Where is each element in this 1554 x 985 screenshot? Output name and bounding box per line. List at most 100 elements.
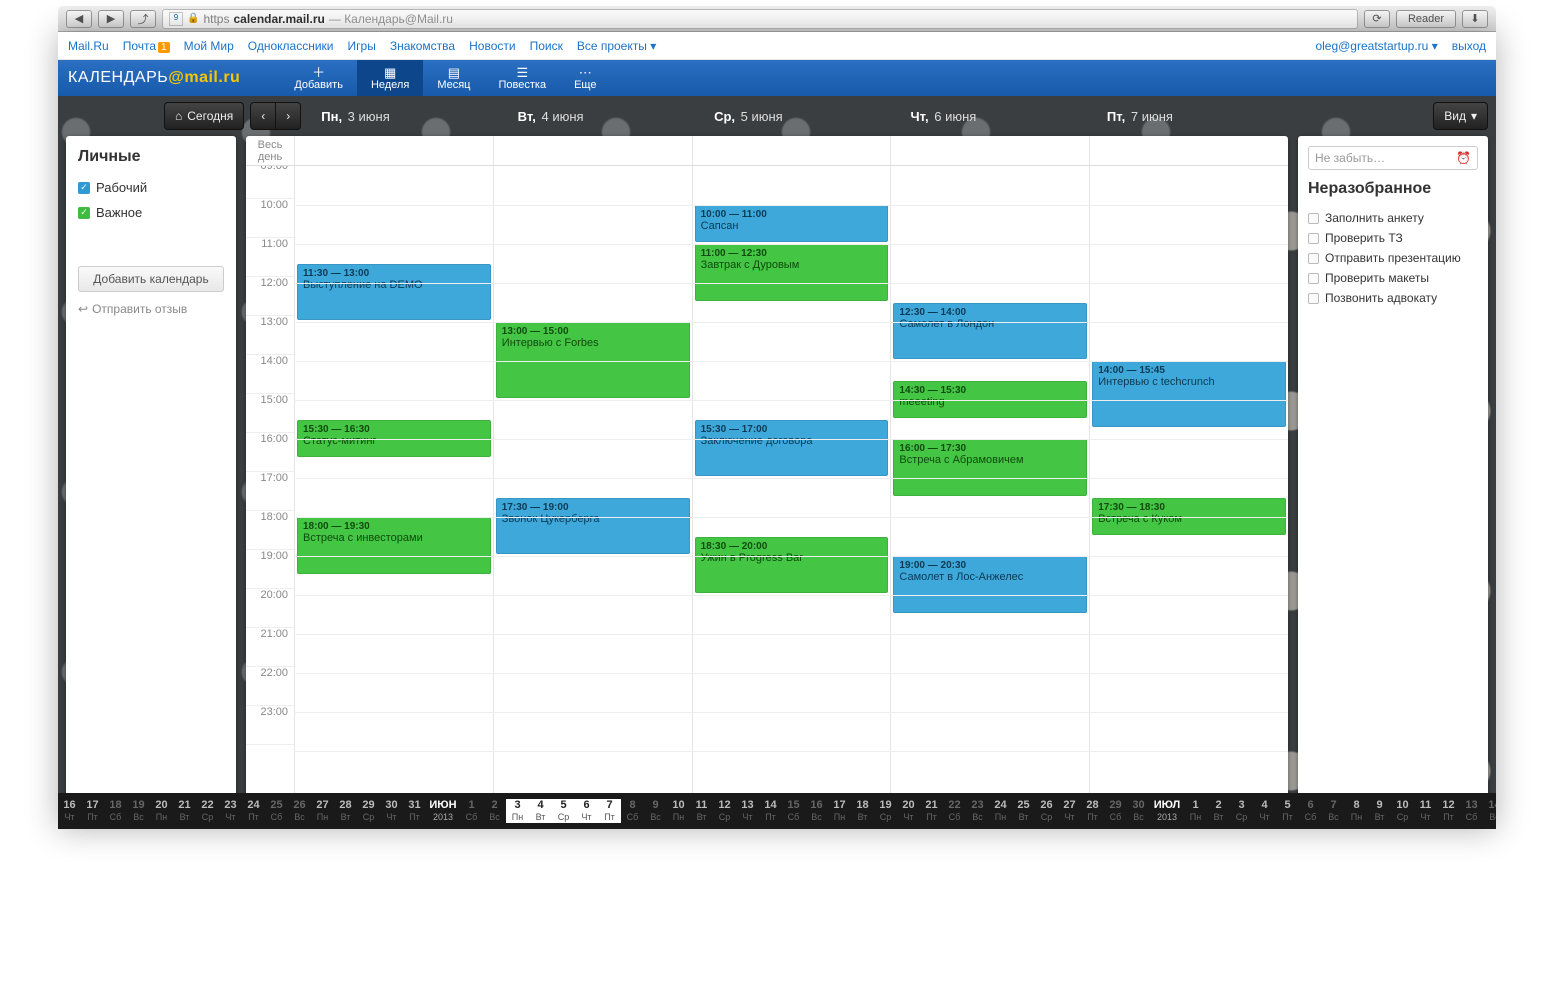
user-menu[interactable]: oleg@greatstartup.ru ▾ [1315,39,1437,53]
strip-day[interactable]: 24Пт [242,799,265,823]
strip-day[interactable]: 31Пт [403,799,426,823]
prev-button[interactable]: ‹ [250,102,276,130]
forward-button[interactable]: ▶ [98,10,124,28]
nav-mymir[interactable]: Мой Мир [184,39,234,53]
strip-day[interactable]: 6Чт [575,799,598,823]
strip-day[interactable]: 8Сб [621,799,644,823]
strip-day[interactable]: 22Сб [943,799,966,823]
day-col-fri[interactable]: 14:00 — 15:45Интервью с techcrunch 17:30 … [1089,166,1288,821]
event[interactable]: 15:30 — 17:00Заключение договора [695,420,889,477]
address-bar[interactable]: 9 🔒 https calendar.mail.ru — Календарь@M… [162,9,1358,29]
strip-day[interactable]: 4Чт [1253,799,1276,823]
event[interactable]: 14:00 — 15:45Интервью с techcrunch [1092,361,1286,427]
reload-button[interactable]: ⟳ [1364,10,1390,28]
todo-item[interactable]: Заполнить анкету [1308,208,1478,228]
back-button[interactable]: ◀ [66,10,92,28]
strip-day[interactable]: 10Пн [667,799,690,823]
event[interactable]: 18:30 — 20:00Ужин в Progress Bar [695,537,889,594]
strip-day[interactable]: 27Чт [1058,799,1081,823]
strip-day[interactable]: 20Чт [897,799,920,823]
strip-day[interactable]: 30Чт [380,799,403,823]
strip-day[interactable]: 2Вс [483,799,506,823]
nav-dating[interactable]: Знакомства [390,39,455,53]
checkbox-icon[interactable] [1308,213,1319,224]
strip-day[interactable]: 29Сб [1104,799,1127,823]
day-col-thu[interactable]: 12:30 — 14:00Самолет в Лондон 14:30 — 15:… [890,166,1089,821]
strip-day[interactable]: 12Ср [713,799,736,823]
strip-day[interactable]: 1Сб [460,799,483,823]
strip-day[interactable]: 4Вт [529,799,552,823]
event[interactable]: 17:30 — 19:00Звонок Цукерберга [496,498,690,555]
strip-day[interactable]: 28Вт [334,799,357,823]
strip-day[interactable]: 17Пн [828,799,851,823]
strip-day[interactable]: 3Пн [506,799,529,823]
strip-day[interactable]: 19Вс [127,799,150,823]
event[interactable]: 12:30 — 14:00Самолет в Лондон [893,303,1087,360]
todo-item[interactable]: Проверить ТЗ [1308,228,1478,248]
checkbox-icon[interactable] [1308,293,1319,304]
strip-day[interactable]: 14Вс [1483,799,1496,823]
feedback-link[interactable]: ↩Отправить отзыв [78,302,224,316]
strip-day[interactable]: 21Пт [920,799,943,823]
strip-day[interactable]: 25Сб [265,799,288,823]
strip-day[interactable]: 21Вт [173,799,196,823]
checkbox-icon[interactable] [1308,233,1319,244]
strip-day[interactable]: 2Вт [1207,799,1230,823]
reader-button[interactable]: Reader [1396,10,1456,28]
strip-day[interactable]: 25Вт [1012,799,1035,823]
add-calendar-button[interactable]: Добавить календарь [78,266,224,292]
strip-day[interactable]: 26Ср [1035,799,1058,823]
todo-item[interactable]: Проверить макеты [1308,268,1478,288]
nav-projects[interactable]: Все проекты ▾ [577,39,656,53]
strip-day[interactable]: 12Пт [1437,799,1460,823]
calendar-work[interactable]: ✓Рабочий [78,180,224,195]
strip-day[interactable]: 5Ср [552,799,575,823]
strip-day[interactable]: 16Вс [805,799,828,823]
event[interactable]: 10:00 — 11:00Сапсан [695,205,889,242]
event[interactable]: 11:00 — 12:30Завтрак с Дуровым [695,244,889,301]
calendar-important[interactable]: ✓Важное [78,205,224,220]
strip-day[interactable]: 13Чт [736,799,759,823]
month-tab[interactable]: ▤Месяц [423,60,484,96]
logout-link[interactable]: выход [1452,39,1486,53]
strip-day[interactable]: 10Ср [1391,799,1414,823]
nav-mail[interactable]: Почта1 [123,39,170,53]
strip-day[interactable]: 17Пт [81,799,104,823]
share-button[interactable]: ⤴ [130,10,156,28]
strip-day[interactable]: 23Чт [219,799,242,823]
strip-day[interactable]: 16Чт [58,799,81,823]
strip-day[interactable]: 9Вт [1368,799,1391,823]
view-button[interactable]: Вид ▾ [1433,102,1488,130]
strip-day[interactable]: 18Вт [851,799,874,823]
add-button[interactable]: ＋Добавить [280,60,357,96]
strip-day[interactable]: 11Вт [690,799,713,823]
todo-item[interactable]: Позвонить адвокату [1308,288,1478,308]
checkbox-icon[interactable] [1308,273,1319,284]
event[interactable]: 14:30 — 15:30meeeting [893,381,1087,418]
agenda-tab[interactable]: ☰Повестка [484,60,560,96]
day-col-tue[interactable]: 13:00 — 15:00Интервью с Forbes17:30 — 19… [493,166,692,821]
strip-day[interactable]: 11Чт [1414,799,1437,823]
strip-day[interactable]: 1Пн [1184,799,1207,823]
strip-day[interactable]: 28Пт [1081,799,1104,823]
strip-day[interactable]: 7Вс [1322,799,1345,823]
strip-day[interactable]: 19Ср [874,799,897,823]
today-button[interactable]: ⌂Сегодня [164,102,244,130]
day-col-wed[interactable]: 10:00 — 11:00Сапсан11:00 — 12:30Завтрак … [692,166,891,821]
strip-day[interactable]: 23Вс [966,799,989,823]
strip-day[interactable]: 8Пн [1345,799,1368,823]
event[interactable]: 17:30 — 18:30Встреча с Куком [1092,498,1286,535]
event[interactable]: 16:00 — 17:30Встреча с Абрамовичем [893,439,1087,496]
strip-day[interactable]: 5Пт [1276,799,1299,823]
strip-day[interactable]: 6Сб [1299,799,1322,823]
day-col-mon[interactable]: 11:30 — 13:00Выступление на DEMO15:30 — … [294,166,493,821]
strip-day[interactable]: 26Вс [288,799,311,823]
downloads-button[interactable]: ⬇ [1462,10,1488,28]
more-tab[interactable]: ⋯Еще [560,60,610,96]
nav-search[interactable]: Поиск [530,39,563,53]
strip-day[interactable]: 7Пт [598,799,621,823]
nav-ok[interactable]: Одноклассники [248,39,334,53]
strip-day[interactable]: 13Сб [1460,799,1483,823]
strip-day[interactable]: 14Пт [759,799,782,823]
nav-news[interactable]: Новости [469,39,515,53]
